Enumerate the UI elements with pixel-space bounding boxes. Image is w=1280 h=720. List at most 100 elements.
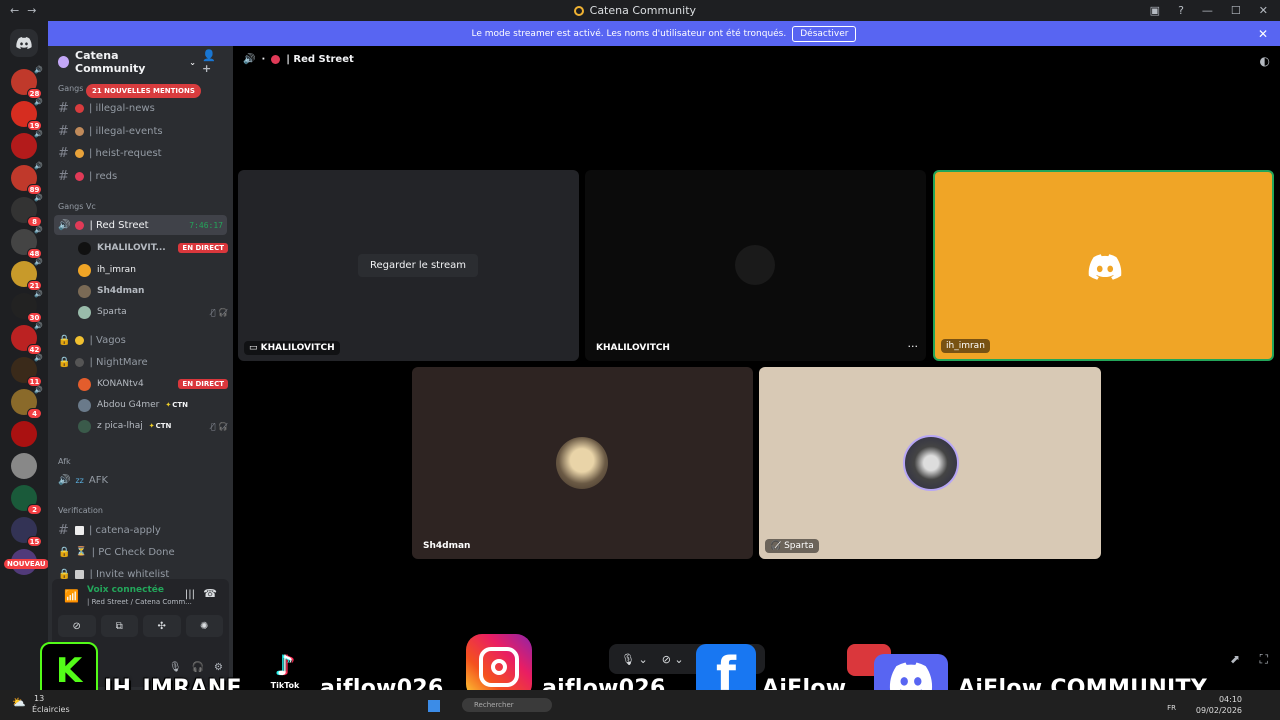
guild-header[interactable]: Catena Community ⌄ 👤+ [48, 46, 233, 78]
category-afk[interactable]: Afk [58, 457, 71, 466]
voice-location[interactable]: | Red Street / Catena Comm... [87, 598, 192, 606]
server-icon[interactable]: 🔊 42 [11, 322, 43, 355]
call-header: 🔊 · | Red Street [243, 54, 354, 65]
category-gangs-vc[interactable]: Gangs Vc [58, 202, 96, 211]
taskbar-clock[interactable]: 04:10 09/02/2026 [1196, 694, 1242, 716]
spy-icon [75, 126, 84, 136]
help-icon[interactable]: ? [1178, 4, 1184, 17]
back-arrow-icon[interactable]: ← [10, 4, 19, 17]
server-icon[interactable]: 🔊 8 [11, 194, 43, 227]
windows-start-icon[interactable] [428, 700, 440, 712]
speaker-icon: 🔊 [34, 226, 43, 234]
user-tile-sh4dman[interactable]: Sh4dman [412, 367, 753, 559]
channel-heist-request[interactable]: # | heist-request [54, 143, 227, 163]
speaker-icon: 🔊 [34, 66, 43, 74]
close-icon[interactable]: ✕ [1258, 27, 1268, 41]
live-badge: EN DIRECT [178, 379, 228, 389]
member-ih-imran[interactable]: ih_imran [78, 261, 228, 279]
speaker-icon: 🔊 [243, 54, 256, 65]
server-icon[interactable]: 15 [11, 517, 42, 547]
voice-channel-afk[interactable]: 🔊 zz AFK [54, 470, 227, 490]
server-icon[interactable]: 2 [11, 485, 42, 515]
window-controls: ▣ ? — ☐ ✕ [1150, 4, 1280, 17]
language-indicator[interactable]: FR [1167, 704, 1176, 712]
avatar [78, 377, 91, 391]
channel-illegal-events[interactable]: # | illegal-events [54, 121, 227, 141]
ctn-tag: CTN [165, 401, 188, 409]
stream-tile-khalilovitch[interactable]: Regarder le stream ▭ KHALILOVITCH [238, 170, 579, 361]
server-icon[interactable]: 🔊 19 [11, 98, 43, 131]
weather-temp: 13 [34, 694, 45, 703]
hash-icon: # [58, 100, 69, 116]
speaker-icon: 🔊 [58, 219, 71, 231]
discord-home-icon[interactable] [10, 29, 38, 57]
more-options-button[interactable]: ··· [908, 340, 919, 353]
muted-deafened-icon: 🎙̸ 🎧̸ [210, 421, 228, 431]
disable-streamer-button[interactable]: Désactiver [792, 25, 857, 42]
channel-pc-check[interactable]: 🔒 ⏳ | PC Check Done [54, 542, 227, 562]
voice-channel-vagos[interactable]: 🔒 | Vagos [54, 330, 227, 350]
voice-status[interactable]: Voix connectée [87, 585, 164, 595]
channel-illegal-news[interactable]: # | illegal-news [54, 98, 227, 118]
chevron-down-icon: ⌄ [189, 57, 196, 67]
member-sparta[interactable]: Sparta 🎙̸ 🎧̸ [78, 303, 228, 321]
inbox-icon[interactable]: ◐ [1260, 54, 1270, 68]
close-window-icon[interactable]: ✕ [1259, 4, 1268, 17]
hash-icon: # [58, 123, 69, 139]
avatar [78, 284, 91, 298]
category-gangs[interactable]: Gangs [58, 84, 83, 93]
user-tile-ih-imran[interactable]: ih_imran [933, 170, 1274, 361]
server-icon[interactable]: 🔊 48 [11, 226, 43, 259]
user-tile-khalilovitch[interactable]: KHALILOVITCH ··· [585, 170, 926, 361]
mention-badge: 4 [27, 408, 42, 419]
minimize-icon[interactable]: — [1202, 4, 1213, 17]
server-icon[interactable]: 🔊 28 [11, 66, 43, 99]
page-icon [75, 569, 85, 579]
mention-badge: 15 [27, 536, 42, 547]
server-icon[interactable]: 🔊 21 [11, 258, 43, 291]
channel-reds[interactable]: # | reds [54, 166, 227, 186]
taskbar-search[interactable]: Rechercher [462, 698, 552, 712]
member-khalilovitch[interactable]: KHALILOVIT... EN DIRECT [78, 239, 228, 257]
lock-icon: 🔒 [58, 546, 71, 558]
server-icon[interactable] [11, 453, 37, 479]
channel-catena-apply[interactable]: # | catena-apply [54, 520, 227, 540]
voice-channel-red-street[interactable]: 🔊 | Red Street 7:46:17 [54, 215, 227, 235]
weather-text: Éclaircies [32, 705, 70, 714]
member-abdou[interactable]: Abdou G4mer CTN [78, 396, 228, 414]
noise-suppression-icon[interactable]: ||| [185, 589, 195, 600]
server-icon[interactable] [11, 421, 37, 447]
mentions-pill[interactable]: 21 NOUVELLES MENTIONS [86, 84, 201, 98]
forward-arrow-icon[interactable]: → [27, 4, 36, 17]
maximize-icon[interactable]: ☐ [1231, 4, 1241, 17]
category-verification[interactable]: Verification [58, 506, 103, 515]
hash-icon: # [58, 522, 69, 538]
speaker-icon: 🔊 [34, 258, 43, 266]
discord-logo-icon [1088, 254, 1122, 280]
app-logo-icon [573, 5, 584, 16]
watch-stream-button[interactable]: Regarder le stream [358, 254, 479, 277]
server-icon[interactable]: 🔊 [11, 130, 43, 159]
user-tile-sparta[interactable]: 🎧̸ Sparta [759, 367, 1101, 559]
member-konan[interactable]: KONANtv4 EN DIRECT [78, 375, 228, 393]
tile-name: ▭ KHALILOVITCH [244, 341, 340, 355]
disconnect-icon[interactable]: ☎ [203, 587, 217, 600]
guild-icon [58, 56, 70, 68]
avatar [903, 435, 959, 491]
server-icon[interactable]: 🔊 4 [11, 386, 43, 419]
tile-name: ih_imran [941, 339, 990, 353]
server-icon[interactable]: 🔊 11 [11, 354, 43, 387]
inbox-icon[interactable]: ▣ [1150, 4, 1160, 17]
voice-channel-nightmare[interactable]: 🔒 | NightMare [54, 352, 227, 372]
avatar [78, 241, 91, 255]
member-sh4dman[interactable]: Sh4dman [78, 282, 228, 300]
server-icon[interactable]: 🔊 89 [11, 162, 43, 195]
speaker-icon: 🔊 [58, 474, 71, 486]
call-area: 🔊 · | Red Street ◐ Regarder le stream ▭ … [233, 46, 1280, 690]
member-zpica[interactable]: z pica-lhaj CTN 🎙̸ 🎧̸ [78, 417, 228, 435]
red-circle-icon [75, 220, 85, 230]
add-member-icon[interactable]: 👤+ [202, 49, 223, 75]
red-circle-icon [75, 171, 84, 181]
server-icon[interactable]: 🔊 30 [11, 290, 43, 323]
signal-icon: 📶 [64, 589, 79, 603]
